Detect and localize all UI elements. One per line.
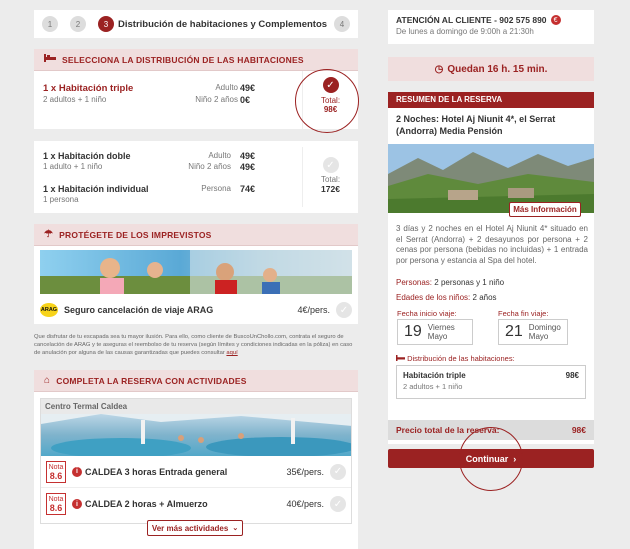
activity-item-1[interactable]: Nota 8.6 i CALDEA 3 horas Entrada general… [41, 456, 351, 488]
arag-logo: ARAG [40, 303, 58, 317]
rating-badge: Nota 8.6 [46, 493, 66, 515]
insurance-row[interactable]: ARAG Seguro cancelación de viaje ARAG 4€… [40, 300, 352, 320]
room-option-2-room2-label: Persona [201, 184, 231, 193]
info-icon[interactable]: i [72, 466, 82, 477]
dist-room-desc: 2 adultos + 1 niño [403, 382, 463, 391]
insurance-section: ☂ PROTÉGETE DE LOS IMPREVISTOS ARAG Segu… [34, 224, 358, 324]
room-option-1-desc: 2 adultos + 1 niño [43, 95, 107, 104]
room-option-2-room2-desc: 1 persona [43, 195, 79, 204]
room-option-2-room2-name: 1 x Habitación individual [43, 184, 149, 194]
activity-item-2-price: 40€/pers. [286, 499, 324, 509]
caldea-image [41, 414, 351, 456]
check-icon[interactable]: ✓ [336, 302, 352, 318]
insurance-note-link[interactable]: aquí [226, 350, 237, 356]
step-3-label: Distribución de habitaciones y Complemen… [118, 18, 328, 30]
clock-icon: ◷ [434, 63, 444, 75]
activities-section: ⌂ COMPLETA LA RESERVA CON ACTIVIDADES Ce… [34, 370, 358, 549]
highlight-ring-total [295, 69, 359, 133]
activity-item-2[interactable]: Nota 8.6 i CALDEA 2 horas + Almuerzo 40€/… [41, 488, 351, 520]
rooms-section-title: SELECCIONA LA DISTRIBUCIÓN DE LAS HABITA… [62, 54, 304, 65]
room-option-2-room1-label1: Adulto [208, 151, 231, 160]
insurance-title: PROTÉGETE DE LOS IMPREVISTOS [59, 229, 212, 240]
summary-description: 3 días y 2 noches en el Hotel Aj Niunit … [396, 224, 588, 265]
room-option-2-room2-price: 74€ [240, 184, 256, 194]
summary-hotel: 2 Noches: Hotel Aj Niunit 4*, el Serrat … [396, 114, 556, 136]
insurance-note: Que disfrutar de tu escapada sea tu mayo… [34, 334, 353, 356]
bed-icon [396, 354, 407, 363]
activities-card: Centro Termal Caldea Nota 8.6 i CALDEA 3 … [40, 398, 352, 524]
room-option-1-label2: Niño 2 años [195, 95, 238, 104]
info-icon[interactable]: i [72, 499, 82, 509]
more-activities-button[interactable]: Ver más actividades ⌄ [147, 520, 243, 536]
room-option-1-price2: 0€ [240, 95, 251, 105]
check-icon[interactable]: ✓ [330, 463, 346, 480]
step-1[interactable]: 1 [42, 16, 58, 32]
insurance-name: Seguro cancelación de viaje ARAG [64, 305, 214, 315]
steps-bar: 1 2 3 Distribución de habitaciones y Com… [34, 10, 358, 38]
dist-room-price: 98€ [565, 371, 579, 380]
step-2[interactable]: 2 [70, 16, 86, 32]
summary-box: RESUMEN DE LA RESERVA 2 Noches: Hotel Aj… [388, 92, 594, 444]
room-option-2-room1-price2: 49€ [240, 162, 256, 172]
summary-total: 98€ [571, 425, 586, 435]
activities-place: Centro Termal Caldea [41, 399, 351, 414]
check-icon: ✓ [322, 157, 339, 173]
room-option-2-room1-desc: 1 adulto + 1 niño [43, 162, 103, 171]
end-date-box: 21 Domingo Mayo [498, 319, 568, 345]
end-date-label: Fecha fin viaje: [498, 309, 549, 318]
euro-icon: € [550, 15, 561, 25]
distribution-label: Distribución de las habitaciones: [396, 354, 515, 363]
rooms-section-header: SELECCIONA LA DISTRIBUCIÓN DE LAS HABITA… [34, 49, 358, 71]
room-option-2[interactable]: 1 x Habitación doble 1 adulto + 1 niño A… [34, 141, 358, 213]
timer-text: Quedan 16 h. 15 min. [447, 63, 548, 75]
room-option-1-name: 1 x Habitación triple [43, 83, 134, 94]
summary-persons: Personas: 2 personas y 1 niño [396, 278, 505, 287]
summary-ages: Edades de los niños: 2 años [396, 293, 497, 302]
room-option-2-room1-label2: Niño 2 años [188, 162, 231, 171]
timer-box: ◷ Quedan 16 h. 15 min. [388, 57, 594, 81]
room-option-2-total: 172€ [321, 184, 340, 194]
room-option-1-price1: 49€ [240, 83, 256, 93]
dist-room-name: Habitación triple [403, 371, 466, 380]
insurance-banner-image [40, 250, 352, 294]
start-date-box: 19 Viernes Mayo [397, 319, 473, 345]
activities-title: COMPLETA LA RESERVA CON ACTIVIDADES [56, 375, 247, 386]
room-option-2-room1-price1: 49€ [240, 151, 256, 161]
step-4: 4 [334, 16, 350, 32]
room-option-2-room1-name: 1 x Habitación doble [43, 151, 131, 161]
activity-item-1-name: CALDEA 3 horas Entrada general [85, 466, 228, 477]
step-3: 3 [98, 16, 114, 32]
umbrella-icon: ☂ [44, 229, 54, 240]
room-option-1-label1: Adulto [215, 83, 238, 92]
room-option-2-total-label: Total: [320, 175, 341, 184]
activity-item-2-name: CALDEA 2 horas + Almuerzo [85, 499, 208, 509]
rating-badge: Nota 8.6 [46, 460, 66, 483]
more-info-button[interactable]: Más Información [509, 202, 581, 217]
chevron-down-icon: ⌄ [232, 525, 239, 532]
contact-box: ATENCIÓN AL CLIENTE - 902 575 890 € De l… [388, 10, 594, 44]
bed-icon [44, 54, 56, 65]
insurance-price: 4€/pers. [297, 305, 330, 315]
tag-icon: ⌂ [44, 375, 51, 386]
contact-hours: De lunes a domingo de 9:00h a 21:30h [396, 27, 534, 36]
distribution-box: Habitación triple 98€ 2 adultos + 1 niño [396, 365, 586, 399]
highlight-ring-continue [459, 427, 523, 491]
contact-title: ATENCIÓN AL CLIENTE - 902 575 890 [396, 15, 547, 25]
room-option-2-total-box: ✓ Total: 172€ [302, 147, 358, 207]
insurance-header: ☂ PROTÉGETE DE LOS IMPREVISTOS [34, 224, 358, 246]
activities-header: ⌂ COMPLETA LA RESERVA CON ACTIVIDADES [34, 370, 358, 392]
start-date-label: Fecha inicio viaje: [397, 309, 457, 318]
summary-header: RESUMEN DE LA RESERVA [388, 92, 594, 108]
activity-item-1-price: 35€/pers. [286, 466, 324, 477]
check-icon[interactable]: ✓ [330, 496, 346, 512]
